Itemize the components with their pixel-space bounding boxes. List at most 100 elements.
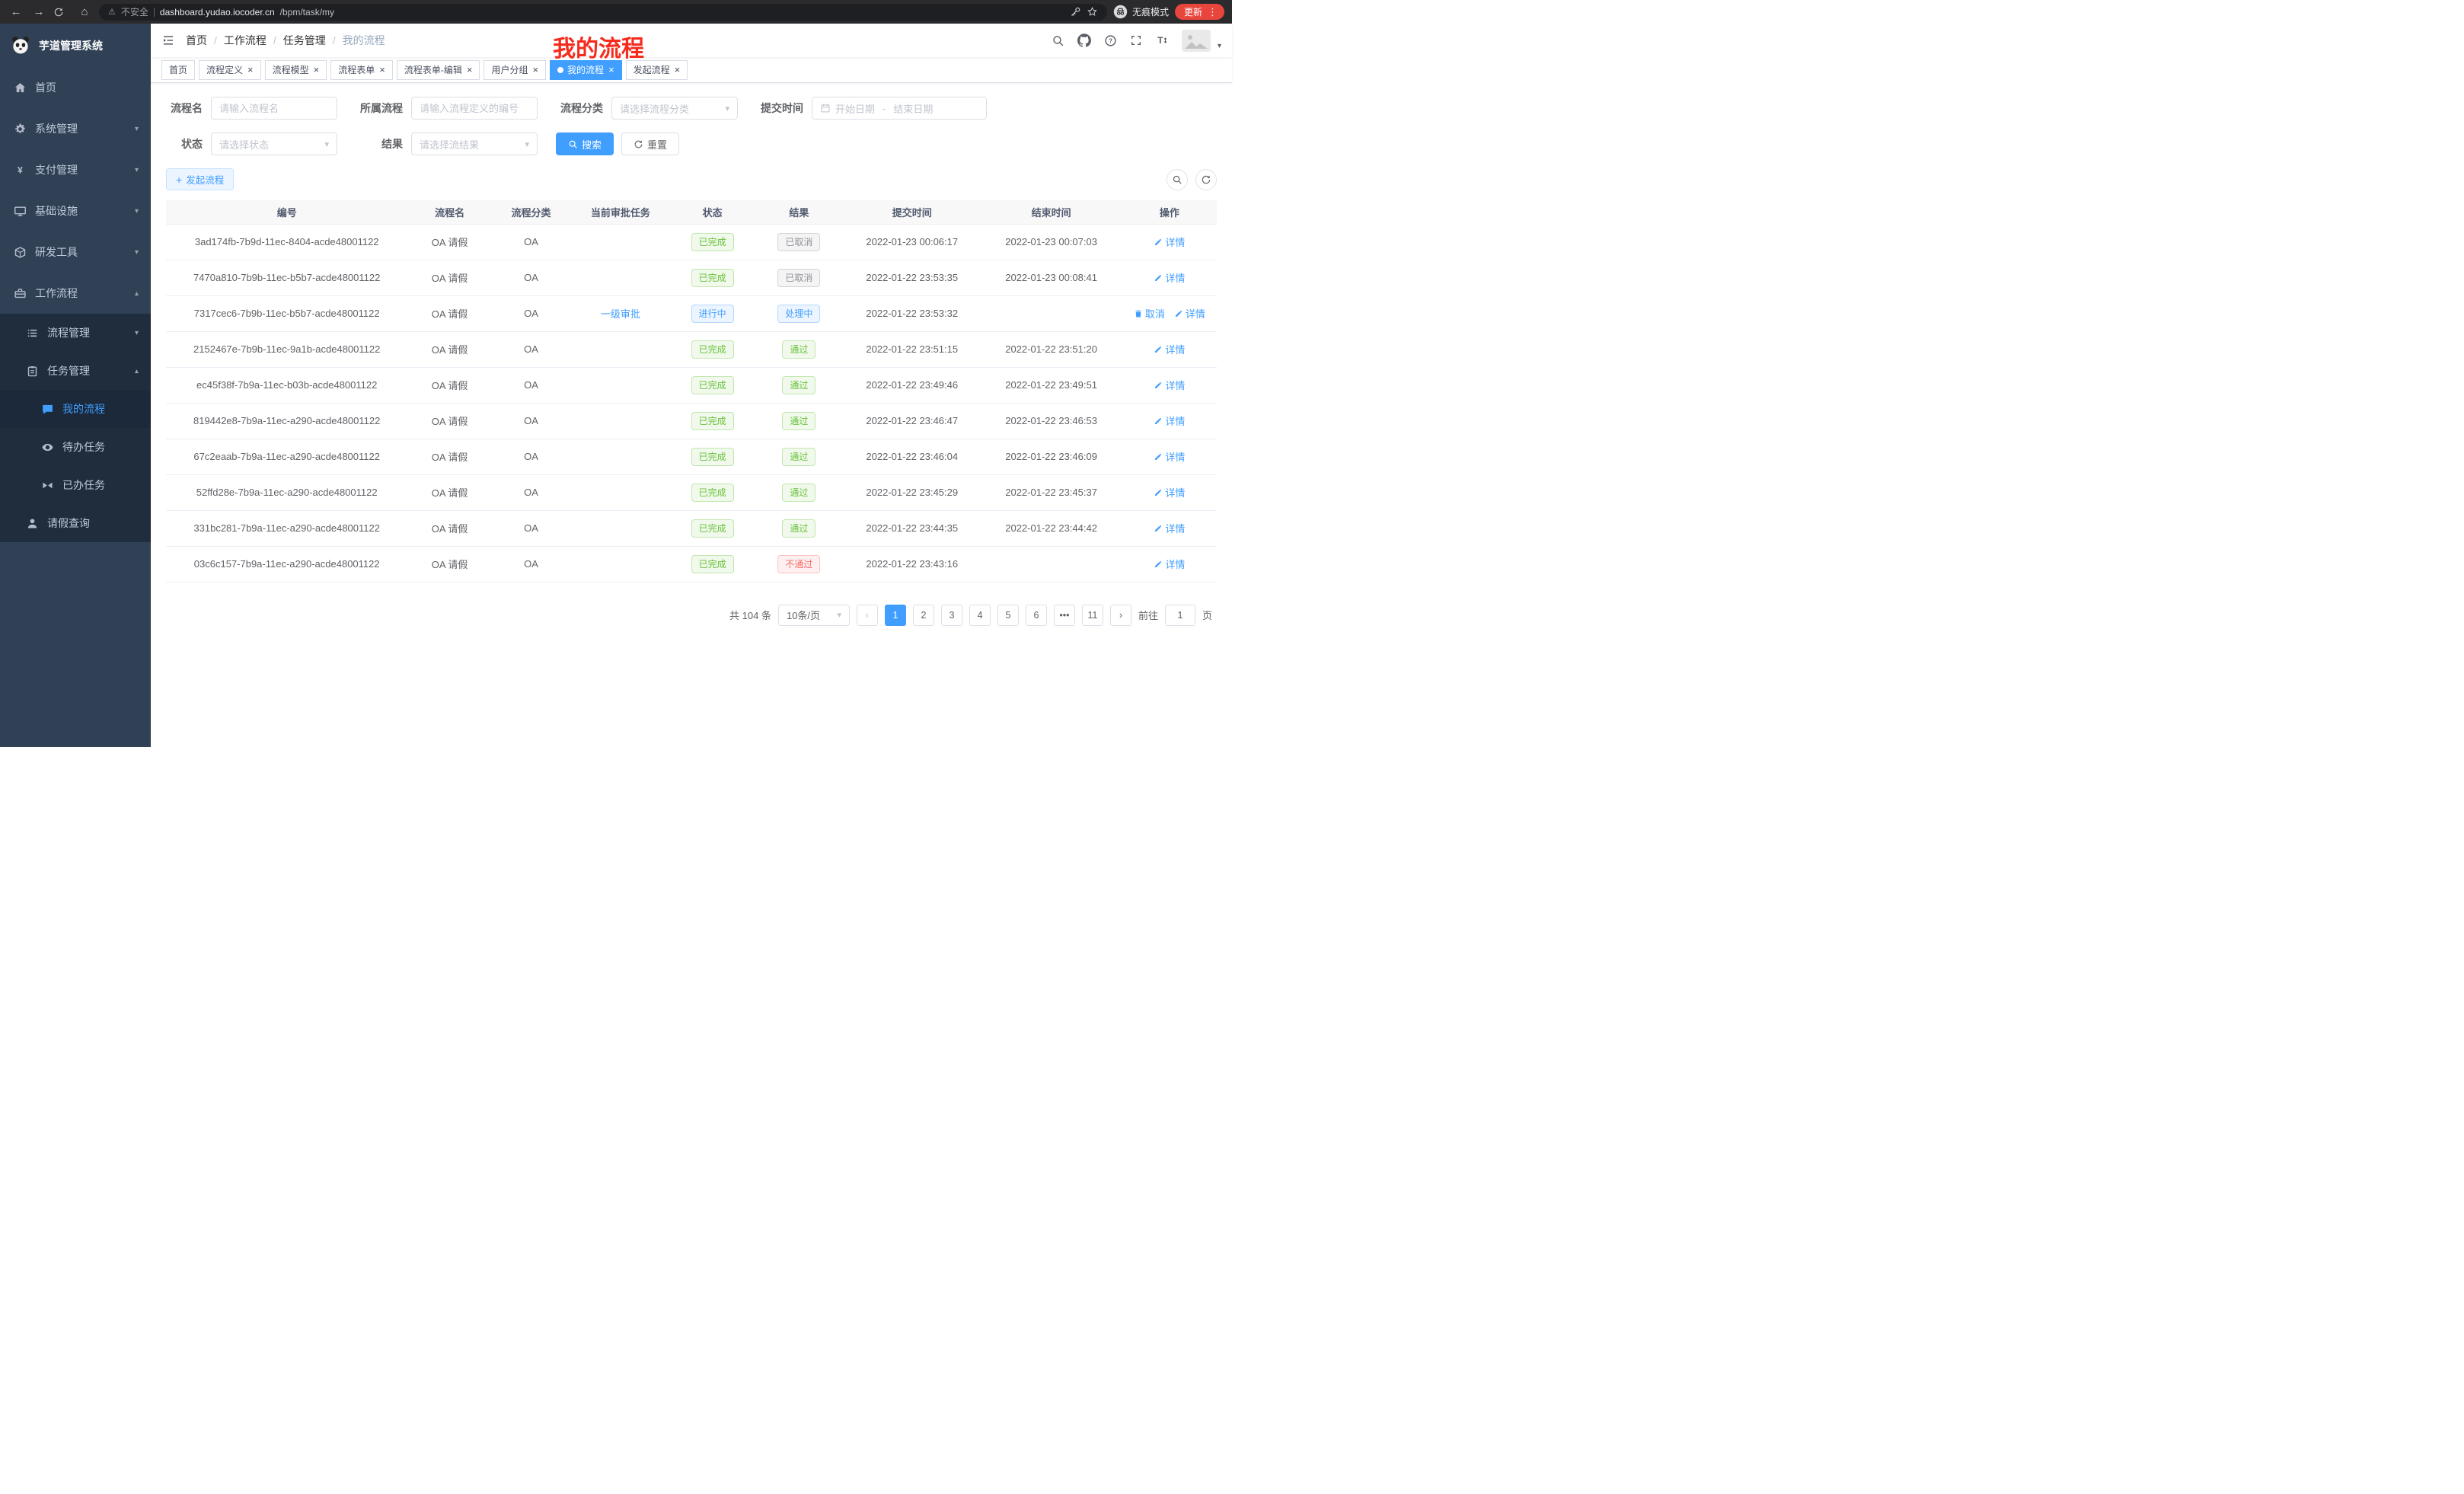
create-process-button[interactable]: + 发起流程	[166, 168, 234, 190]
result-badge: 通过	[782, 484, 815, 502]
close-tab-icon[interactable]: ×	[314, 65, 320, 75]
category-select[interactable]: 请选择流程分类 ▾	[611, 97, 738, 120]
sidebar-item-workflow[interactable]: 工作流程▾	[0, 273, 151, 314]
process-definition-input[interactable]	[420, 103, 529, 114]
result-badge: 通过	[782, 519, 815, 538]
close-tab-icon[interactable]: ×	[675, 65, 681, 75]
process-name-input[interactable]	[219, 103, 329, 114]
breadcrumb-home[interactable]: 首页	[186, 33, 207, 48]
browser-menu-icon[interactable]: ⋮	[1208, 6, 1218, 18]
edit-icon	[1154, 273, 1163, 283]
sidebar-item-home[interactable]: 首页	[0, 67, 151, 108]
tab-label: 流程定义	[206, 63, 243, 76]
github-icon[interactable]	[1077, 34, 1091, 47]
browser-home-button[interactable]: ⌂	[76, 6, 93, 18]
close-tab-icon[interactable]: ×	[379, 65, 385, 75]
close-tab-icon[interactable]: ×	[467, 65, 473, 75]
sidebar-item-my-process[interactable]: 我的流程	[0, 390, 151, 428]
bookmark-star-icon[interactable]	[1087, 6, 1098, 18]
result-select[interactable]: 请选择流结果 ▾	[411, 132, 538, 155]
key-icon[interactable]	[1070, 6, 1081, 18]
page-button-2[interactable]: 2	[913, 605, 934, 626]
sidebar-item-label: 任务管理	[47, 363, 90, 378]
prev-page-button[interactable]: ‹	[857, 605, 878, 626]
sidebar-item-task-management[interactable]: 任务管理▾	[0, 352, 151, 390]
tab-process-form[interactable]: 流程表单×	[330, 60, 393, 80]
table-row: 7470a810-7b9b-11ec-b5b7-acde48001122OA 请…	[166, 260, 1217, 295]
page-size-select[interactable]: 10条/页 ▾	[778, 605, 850, 626]
current-task-link[interactable]: 一级审批	[601, 306, 640, 321]
page-ellipsis[interactable]: •••	[1054, 605, 1075, 626]
result-badge: 已取消	[777, 233, 820, 251]
sidebar-item-todo-tasks[interactable]: 待办任务	[0, 428, 151, 466]
page-button-11[interactable]: 11	[1082, 605, 1103, 626]
tab-home[interactable]: 首页	[161, 60, 195, 80]
breadcrumb-task-management[interactable]: 任务管理	[283, 33, 326, 48]
page-button-4[interactable]: 4	[969, 605, 991, 626]
sidebar-item-done-tasks[interactable]: 已办任务	[0, 466, 151, 504]
goto-page-input[interactable]	[1165, 605, 1195, 626]
detail-link[interactable]: 详情	[1154, 270, 1185, 285]
detail-link[interactable]: 详情	[1154, 342, 1185, 356]
avatar[interactable]	[1182, 30, 1211, 52]
detail-link[interactable]: 详情	[1174, 306, 1205, 321]
close-tab-icon[interactable]: ×	[608, 65, 614, 75]
detail-link[interactable]: 详情	[1154, 235, 1185, 249]
address-bar[interactable]: ⚠ 不安全 dashboard.yudao.iocoder.cn /bpm/ta…	[99, 4, 1107, 21]
fullscreen-icon[interactable]	[1130, 34, 1142, 46]
tab-process-definition[interactable]: 流程定义 ×	[199, 60, 261, 80]
incognito-label: 无痕模式	[1132, 5, 1169, 18]
forward-button[interactable]: →	[30, 6, 47, 18]
sidebar-item-devtools[interactable]: 研发工具▾	[0, 231, 151, 273]
cell-category: OA	[492, 331, 571, 367]
browser-refresh-button[interactable]	[53, 7, 70, 18]
column-header: 结果	[755, 200, 844, 224]
user-menu-caret-icon[interactable]: ▾	[1218, 42, 1221, 52]
submit-time-range-picker[interactable]: 开始日期 - 结束日期	[812, 97, 987, 120]
cancel-link[interactable]: 取消	[1134, 306, 1165, 321]
page-button-6[interactable]: 6	[1026, 605, 1047, 626]
search-icon[interactable]	[1052, 34, 1064, 47]
tab-process-form-edit[interactable]: 流程表单-编辑×	[397, 60, 480, 80]
detail-link[interactable]: 详情	[1154, 557, 1185, 571]
back-button[interactable]: ←	[8, 6, 24, 18]
cell-name: OA 请假	[407, 403, 491, 439]
next-page-button[interactable]: ›	[1110, 605, 1131, 626]
help-icon[interactable]: ?	[1104, 34, 1117, 47]
detail-link[interactable]: 详情	[1154, 413, 1185, 428]
close-tab-icon[interactable]: ×	[247, 65, 254, 75]
reset-button[interactable]: 重置	[621, 132, 679, 155]
breadcrumb-current: 我的流程	[343, 33, 385, 48]
page-button-3[interactable]: 3	[941, 605, 962, 626]
update-button[interactable]: 更新 ⋮	[1175, 4, 1224, 20]
page-button-1[interactable]: 1	[885, 605, 906, 626]
refresh-table-button[interactable]	[1195, 169, 1217, 190]
detail-link[interactable]: 详情	[1154, 378, 1185, 392]
status-select[interactable]: 请选择状态 ▾	[211, 132, 337, 155]
cell-category: OA	[492, 403, 571, 439]
update-button-label: 更新	[1184, 5, 1202, 18]
sidebar-item-payment[interactable]: ¥支付管理▾	[0, 149, 151, 190]
sidebar-item-infrastructure[interactable]: 基础设施▾	[0, 190, 151, 231]
font-size-icon[interactable]: T	[1155, 34, 1169, 47]
tab-user-group[interactable]: 用户分组×	[484, 60, 546, 80]
close-tab-icon[interactable]: ×	[532, 65, 538, 75]
cell-status: 已完成	[670, 260, 754, 295]
hamburger-menu-icon[interactable]	[161, 34, 175, 47]
breadcrumb-workflow[interactable]: 工作流程	[224, 33, 267, 48]
cell-status: 已完成	[670, 439, 754, 474]
search-button[interactable]: 搜索	[556, 132, 614, 155]
main-area: 我的流程 首页 / 工作流程 / 任务管理 / 我的流程	[151, 24, 1232, 747]
browser-chrome: ← → ⌂ ⚠ 不安全 dashboard.yudao.iocoder.cn /…	[0, 0, 1232, 24]
detail-link[interactable]: 详情	[1154, 521, 1185, 535]
detail-link[interactable]: 详情	[1154, 449, 1185, 464]
toggle-search-button[interactable]	[1167, 169, 1188, 190]
sidebar-item-process-management[interactable]: 流程管理▾	[0, 314, 151, 352]
detail-link[interactable]: 详情	[1154, 485, 1185, 500]
sidebar-item-system[interactable]: 系统管理▾	[0, 108, 151, 149]
page-button-5[interactable]: 5	[997, 605, 1019, 626]
tab-process-model[interactable]: 流程模型×	[265, 60, 327, 80]
chevron-down-icon: ▾	[837, 610, 841, 620]
sidebar-item-label: 待办任务	[62, 439, 105, 455]
sidebar-item-leave-query[interactable]: 请假查询	[0, 504, 151, 542]
